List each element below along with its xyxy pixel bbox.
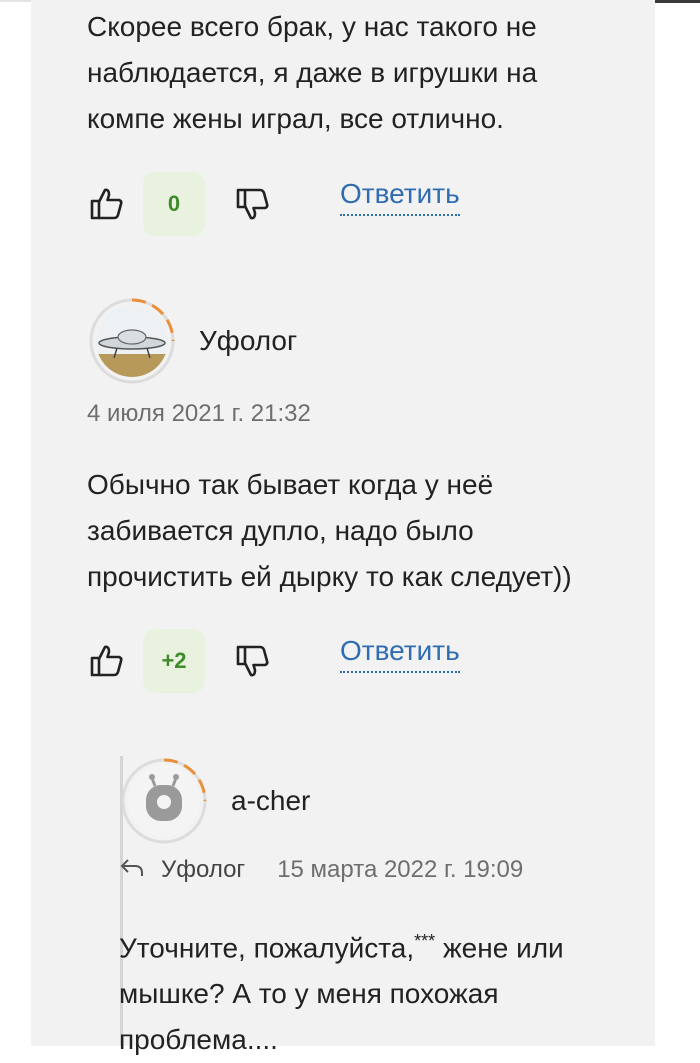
- thumbs-down-icon[interactable]: [233, 641, 273, 681]
- comment-2-score: +2: [143, 629, 205, 693]
- comment-3-line-3: проблема....: [119, 1024, 278, 1056]
- comment-2-text: Обычно так бывает когда у неё забивается…: [87, 462, 572, 600]
- comment-3-line-2: мышке? А то у меня похожая: [119, 978, 499, 1010]
- comment-3-reply-to[interactable]: Уфолог: [161, 856, 245, 884]
- comment-3-line-1: Уточните, пожалуйста,: [119, 932, 415, 964]
- comment-3-line-1-tail: жене или: [435, 932, 564, 964]
- thumbs-up-icon[interactable]: [87, 641, 127, 681]
- censor-mark: ***: [414, 931, 436, 951]
- ufo-photo-icon: [96, 305, 168, 377]
- topbar-accent: [655, 0, 700, 3]
- comment-2-user: Уфолог: [87, 296, 297, 386]
- comment-2-line-2: забивается дупло, надо было: [87, 515, 474, 546]
- comment-3-datetime: 15 марта 2022 г. 19:09: [277, 856, 524, 883]
- comment-1-text: Скорее всего брак, у нас такого не наблю…: [87, 4, 537, 142]
- thumbs-up-icon[interactable]: [87, 184, 127, 224]
- comment-3-user: a-cher: [119, 756, 310, 846]
- comment-2-actions: +2: [87, 629, 273, 693]
- comment-1-score: 0: [143, 172, 205, 236]
- comment-2-line-3: прочистить ей дырку то как следует)): [87, 561, 572, 592]
- comment-1-line-3: компе жены играл, все отлично.: [87, 103, 504, 134]
- comment-3-meta: Уфолог 15 марта 2022 г. 19:09: [119, 856, 523, 884]
- avatar[interactable]: [119, 756, 209, 846]
- avatar[interactable]: [87, 296, 177, 386]
- comment-2-datetime: 4 июля 2021 г. 21:32: [87, 400, 311, 427]
- comments-panel: Скорее всего брак, у нас такого не наблю…: [31, 0, 655, 1055]
- comment-1-actions: 0: [87, 172, 273, 236]
- comment-3-author[interactable]: a-cher: [231, 785, 310, 817]
- comment-1-reply-button[interactable]: Ответить: [340, 178, 460, 216]
- comment-3-text: Уточните, пожалуйста,*** жене или мышке?…: [119, 918, 564, 1063]
- thumbs-down-icon[interactable]: [233, 184, 273, 224]
- comment-1-line-1: Скорее всего брак, у нас такого не: [87, 11, 537, 42]
- comment-2-author[interactable]: Уфолог: [199, 325, 297, 357]
- reply-arrow-icon: [119, 856, 145, 884]
- comment-2-line-1: Обычно так бывает когда у неё: [87, 469, 494, 500]
- comment-2-reply-button[interactable]: Ответить: [340, 635, 460, 673]
- comment-1-line-2: наблюдается, я даже в игрушки на: [87, 57, 538, 88]
